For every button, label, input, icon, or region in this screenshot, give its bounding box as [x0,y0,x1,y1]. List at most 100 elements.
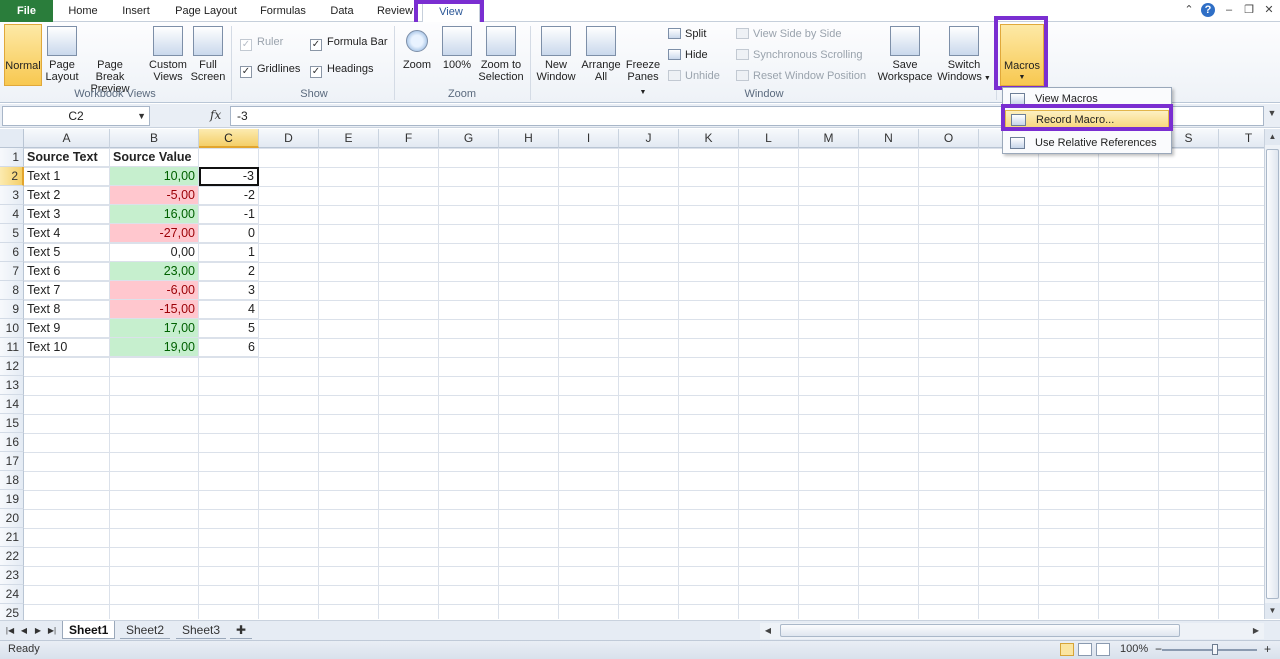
tab-home[interactable]: Home [58,0,108,22]
worksheet-grid[interactable]: ABCDEFGHIJKLMNOPQRST12345678910111213141… [0,129,1279,623]
zoom-in-icon[interactable]: + [1264,643,1271,656]
column-header-j[interactable]: J [619,129,679,148]
tab-data[interactable]: Data [322,0,362,22]
column-header-k[interactable]: K [679,129,739,148]
cell-a3[interactable]: Text 2 [24,186,110,205]
freeze-panes-button[interactable]: Freeze Panes ▼ [624,24,662,185]
cell-c11[interactable]: 6 [199,338,259,357]
row-header-21[interactable]: 21 [0,528,24,547]
zoom-slider-handle[interactable] [1212,644,1218,655]
cell-a8[interactable]: Text 7 [24,281,110,300]
column-header-c[interactable]: C [199,129,259,148]
window-close-icon[interactable]: ✕ [1262,3,1276,17]
zoom-level[interactable]: 100% [1120,643,1148,655]
row-header-19[interactable]: 19 [0,490,24,509]
cell-a5[interactable]: Text 4 [24,224,110,243]
prev-sheet-icon[interactable]: ◀ [18,624,30,638]
switch-windows-button[interactable]: Switch Windows ▼ [936,24,992,86]
cell-b1[interactable]: Source Value [110,148,199,167]
cell-b2[interactable]: 10,00 [110,167,199,186]
cell-c8[interactable]: 3 [199,281,259,300]
cell-b9[interactable]: -15,00 [110,300,199,319]
zoom-button[interactable]: Zoom [400,24,434,86]
tab-formulas[interactable]: Formulas [252,0,314,22]
formula-bar-checkbox[interactable]: ✓ Formula Bar [310,33,388,51]
cell-c10[interactable]: 5 [199,319,259,338]
window-minimize-icon[interactable]: – [1222,3,1236,17]
cell-c5[interactable]: 0 [199,224,259,243]
column-header-f[interactable]: F [379,129,439,148]
row-header-11[interactable]: 11 [0,338,24,357]
tab-file[interactable]: File [0,0,53,22]
cell-a6[interactable]: Text 5 [24,243,110,262]
row-header-16[interactable]: 16 [0,433,24,452]
row-header-2[interactable]: 2 [0,167,24,186]
column-header-e[interactable]: E [319,129,379,148]
cell-a9[interactable]: Text 8 [24,300,110,319]
row-header-23[interactable]: 23 [0,566,24,585]
arrange-all-button[interactable]: Arrange All [580,24,622,86]
cell-a7[interactable]: Text 6 [24,262,110,281]
horizontal-scroll-thumb[interactable] [780,624,1180,637]
name-box[interactable]: C2 ▼ [2,106,150,126]
column-header-a[interactable]: A [24,129,110,148]
first-sheet-icon[interactable]: |◀ [4,624,16,638]
row-header-10[interactable]: 10 [0,319,24,338]
row-header-15[interactable]: 15 [0,414,24,433]
row-header-12[interactable]: 12 [0,357,24,376]
view-side-by-side-button[interactable]: View Side by Side [736,25,841,43]
hide-button[interactable]: Hide [668,46,708,64]
tab-page-layout[interactable]: Page Layout [166,0,246,22]
expand-formula-bar-icon[interactable]: ▼ [1266,108,1278,124]
cell-b10[interactable]: 17,00 [110,319,199,338]
cell-a11[interactable]: Text 10 [24,338,110,357]
row-header-8[interactable]: 8 [0,281,24,300]
cell-a4[interactable]: Text 3 [24,205,110,224]
column-header-n[interactable]: N [859,129,919,148]
scroll-left-icon[interactable]: ◀ [762,624,774,638]
cell-a2[interactable]: Text 1 [24,167,110,186]
insert-function-icon[interactable]: fx [210,108,221,122]
cell-b11[interactable]: 19,00 [110,338,199,357]
macros-button[interactable]: Macros ▼ [1000,24,1044,186]
cell-a10[interactable]: Text 9 [24,319,110,338]
row-header-5[interactable]: 5 [0,224,24,243]
zoom-to-selection-button[interactable]: Zoom to Selection [476,24,526,86]
row-header-17[interactable]: 17 [0,452,24,471]
row-header-24[interactable]: 24 [0,585,24,604]
full-screen-button[interactable]: Full Screen [190,24,226,86]
column-header-g[interactable]: G [439,129,499,148]
tab-review[interactable]: Review [370,0,420,22]
page-layout-view-button[interactable]: Page Layout [44,24,80,86]
scroll-right-icon[interactable]: ▶ [1250,624,1262,638]
headings-checkbox[interactable]: ✓ Headings [310,60,373,78]
cell-c9[interactable]: 4 [199,300,259,319]
row-header-18[interactable]: 18 [0,471,24,490]
column-header-l[interactable]: L [739,129,799,148]
zoom-100-button[interactable]: 100% [440,24,474,86]
help-icon[interactable]: ? [1201,3,1215,17]
sheet-tab-sheet1[interactable]: Sheet1 [62,621,116,639]
column-header-d[interactable]: D [259,129,319,148]
cell-b7[interactable]: 23,00 [110,262,199,281]
cell-b8[interactable]: -6,00 [110,281,199,300]
synchronous-scrolling-button[interactable]: Synchronous Scrolling [736,46,862,64]
row-header-3[interactable]: 3 [0,186,24,205]
normal-view-status-icon[interactable] [1060,643,1074,656]
cell-c3[interactable]: -2 [199,186,259,205]
zoom-slider[interactable] [1162,649,1257,651]
row-header-20[interactable]: 20 [0,509,24,528]
tab-insert[interactable]: Insert [112,0,160,22]
reset-window-position-button[interactable]: Reset Window Position [736,67,866,85]
view-macros-item[interactable]: View Macros [1005,90,1169,109]
cell-c2[interactable]: -3 [199,167,259,186]
unhide-button[interactable]: Unhide [668,67,720,85]
next-sheet-icon[interactable]: ▶ [32,624,44,638]
cell-c4[interactable]: -1 [199,205,259,224]
vertical-scroll-thumb[interactable] [1266,149,1279,599]
page-layout-status-icon[interactable] [1078,643,1092,656]
sheet-tab-sheet3[interactable]: Sheet3 [176,621,227,639]
cell-b5[interactable]: -27,00 [110,224,199,243]
cell-b6[interactable]: 0,00 [110,243,199,262]
use-relative-references-item[interactable]: Use Relative References [1005,134,1169,153]
